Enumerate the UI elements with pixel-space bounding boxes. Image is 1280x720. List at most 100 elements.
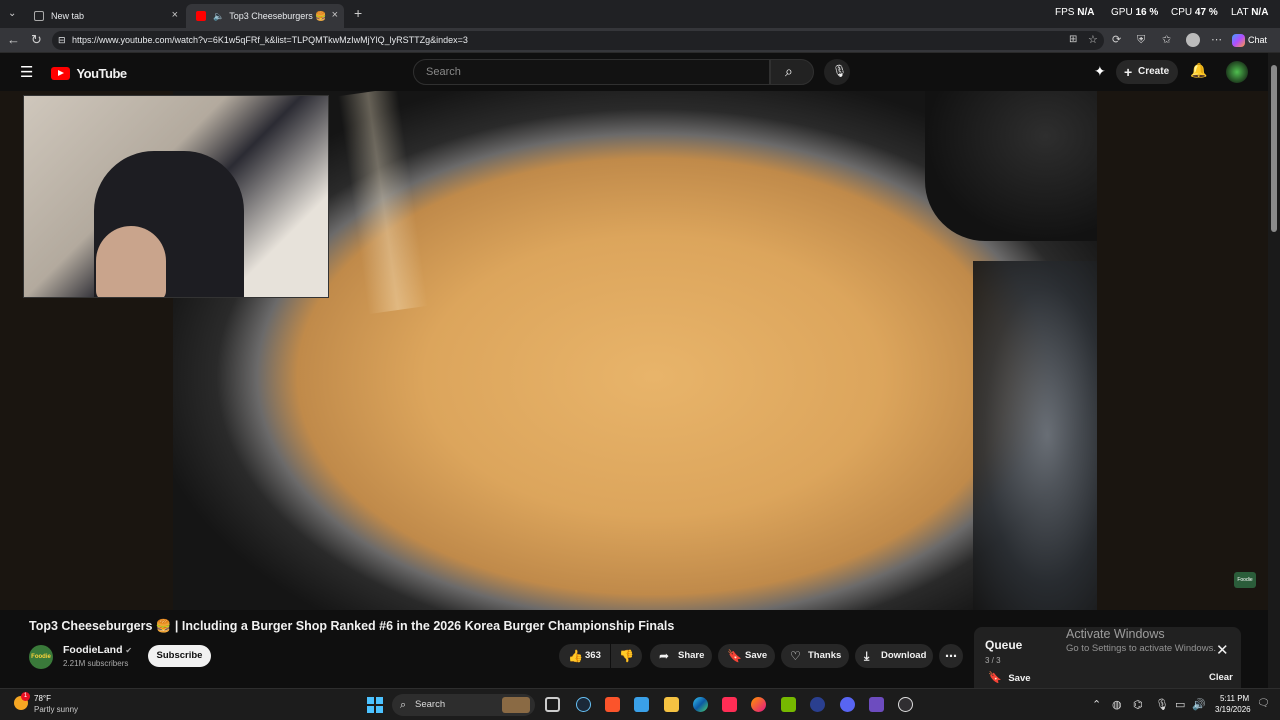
lat-label: LAT (1231, 7, 1249, 18)
tab-youtube-video[interactable]: 🔈 Top3 Cheeseburgers 🍔 | Inclu × (186, 4, 344, 28)
webcam-head-shape (96, 226, 166, 297)
video-player[interactable]: Foodie (0, 91, 1268, 610)
lat-value: N/A (1251, 7, 1269, 18)
video-title: Top3 Cheeseburgers 🍔 | Including a Burge… (29, 619, 675, 633)
weather-description: Partly sunny (34, 705, 79, 714)
steam-tray-icon[interactable]: ◍ (1112, 698, 1122, 711)
profile-avatar[interactable] (1186, 33, 1200, 47)
queue-clear-button[interactable]: Clear (1209, 672, 1233, 683)
capcut-icon[interactable] (722, 697, 737, 712)
volume-tray-icon[interactable]: 🔊 (1192, 698, 1206, 711)
app-icon-blue-circle[interactable] (810, 697, 825, 712)
nvidia-icon[interactable] (781, 697, 796, 712)
favorites-list-icon[interactable]: ✩ (1162, 33, 1171, 47)
youtube-header: ☰ YouTube Search ⌕ 🎙 ✦ + Create 🔔 (0, 53, 1268, 91)
fps-readout: FPS N/A (1055, 7, 1094, 18)
extensions-icon[interactable]: ⟳ (1112, 33, 1121, 47)
split-screen-icon[interactable]: ⊞ (1069, 33, 1077, 47)
task-view-icon[interactable] (545, 697, 560, 712)
channel-watermark[interactable]: Foodie (1234, 572, 1256, 588)
search-input[interactable]: Search (413, 59, 770, 85)
youtube-logo[interactable]: YouTube (51, 65, 127, 81)
weather-widget[interactable]: 1 78°F Partly sunny (12, 692, 122, 718)
youtube-favicon-icon (196, 11, 206, 21)
firefox-icon[interactable] (751, 697, 766, 712)
notepad-icon[interactable] (634, 697, 649, 712)
clock-date[interactable]: 3/19/2026 (1215, 705, 1251, 714)
back-arrow-icon[interactable]: ← (7, 33, 20, 47)
queue-save-button[interactable]: 🔖 Save (988, 671, 1031, 684)
gpu-unit: % (1149, 7, 1159, 18)
show-hidden-icons-chevron-icon[interactable]: ⌃ (1092, 698, 1101, 711)
tab-close-icon[interactable]: × (332, 9, 338, 21)
like-button[interactable]: 👍 363 (559, 644, 610, 668)
notifications-bell-icon[interactable]: 🔔 (1190, 62, 1207, 79)
clock-time[interactable]: 5:11 PM (1220, 694, 1249, 703)
brave-browser-icon[interactable] (605, 697, 620, 712)
discord-icon[interactable] (840, 697, 855, 712)
hamburger-menu-icon[interactable]: ☰ (20, 63, 33, 81)
weather-alert-badge: 1 (21, 692, 30, 701)
bookmark-icon: 🔖 (988, 672, 1002, 684)
speaker-icon[interactable]: 🔈 (213, 11, 224, 22)
edge-browser-icon[interactable] (693, 697, 708, 712)
glove-shape (925, 91, 1097, 241)
microphone-tray-icon[interactable]: 🎙 (1155, 698, 1169, 711)
youtube-play-logo-icon (51, 67, 70, 81)
file-explorer-icon[interactable] (664, 697, 679, 712)
channel-avatar[interactable]: Foodie (29, 645, 53, 669)
favorite-star-icon[interactable]: ☆ (1088, 33, 1098, 47)
cpu-value: 47 (1194, 7, 1207, 18)
taskbar-search-box[interactable]: ⌕ Search (392, 694, 535, 716)
obs-icon[interactable] (898, 697, 913, 712)
account-avatar[interactable] (1226, 61, 1248, 83)
url-field[interactable]: ⊟ https://www.youtube.com/watch?v=6K1w5q… (52, 31, 1104, 50)
subscribe-button[interactable]: Subscribe (148, 645, 211, 667)
copilot-chat-button[interactable]: Chat (1232, 31, 1276, 50)
page-scrollbar[interactable] (1268, 53, 1280, 688)
search-button[interactable]: ⌕ (770, 59, 814, 85)
thumbs-up-icon: 👍 (568, 649, 583, 663)
display-tray-icon[interactable]: ▭ (1175, 698, 1185, 711)
lat-readout: LAT N/A (1231, 7, 1268, 18)
channel-name[interactable]: FoodieLand ✔ (63, 644, 132, 656)
site-info-icon[interactable]: ⊟ (58, 31, 66, 50)
chat-label: Chat (1248, 35, 1268, 45)
save-label: Save (745, 650, 768, 661)
whisk-shape (337, 91, 429, 315)
more-menu-icon[interactable]: ⋯ (1211, 33, 1222, 47)
thanks-label: Thanks (808, 650, 842, 661)
activate-windows-title: Activate Windows (1066, 627, 1165, 641)
studio-settings-icon[interactable]: ✦ (1094, 63, 1106, 80)
download-button[interactable]: ⤓ Download (855, 644, 933, 668)
calculator-grid-icon[interactable] (869, 697, 884, 712)
new-tab-button[interactable]: + (354, 5, 362, 21)
cpu-unit: % (1208, 7, 1218, 18)
reload-icon[interactable]: ↻ (31, 33, 42, 47)
save-button[interactable]: 🔖 Save (718, 644, 775, 668)
thanks-button[interactable]: ♡ Thanks (781, 644, 849, 668)
network-tray-icon[interactable]: ⌬ (1133, 698, 1143, 711)
notifications-icon[interactable]: 🗨 (1257, 698, 1270, 709)
fps-label: FPS (1055, 7, 1075, 18)
browser-essentials-icon[interactable]: ⛨ (1137, 33, 1145, 47)
tab-list-chevron-icon[interactable]: ⌄ (8, 7, 16, 21)
copilot-icon (1232, 34, 1245, 48)
queue-close-icon[interactable]: ✕ (1216, 641, 1229, 659)
share-button[interactable]: ➦ Share (650, 644, 712, 668)
tab-new-tab[interactable]: New tab × (24, 4, 184, 28)
steam-icon[interactable] (576, 697, 591, 712)
scrollbar-thumb[interactable] (1271, 65, 1277, 232)
voice-search-button[interactable]: 🎙 (824, 59, 850, 85)
ice-shape (973, 261, 1097, 610)
url-text: https://www.youtube.com/watch?v=6K1w5qFR… (72, 35, 468, 45)
gpu-readout: GPU 16 % (1111, 7, 1158, 18)
queue-position: 3 / 3 (985, 656, 1001, 665)
tab-close-icon[interactable]: × (172, 9, 178, 21)
more-actions-button[interactable]: ⋯ (939, 644, 963, 668)
weather-temperature: 78°F (34, 694, 51, 703)
verified-check-icon: ✔ (125, 646, 133, 655)
dislike-button[interactable]: 👎 (611, 644, 642, 668)
create-button[interactable]: + Create (1116, 60, 1178, 84)
windows-start-icon[interactable] (367, 697, 383, 713)
